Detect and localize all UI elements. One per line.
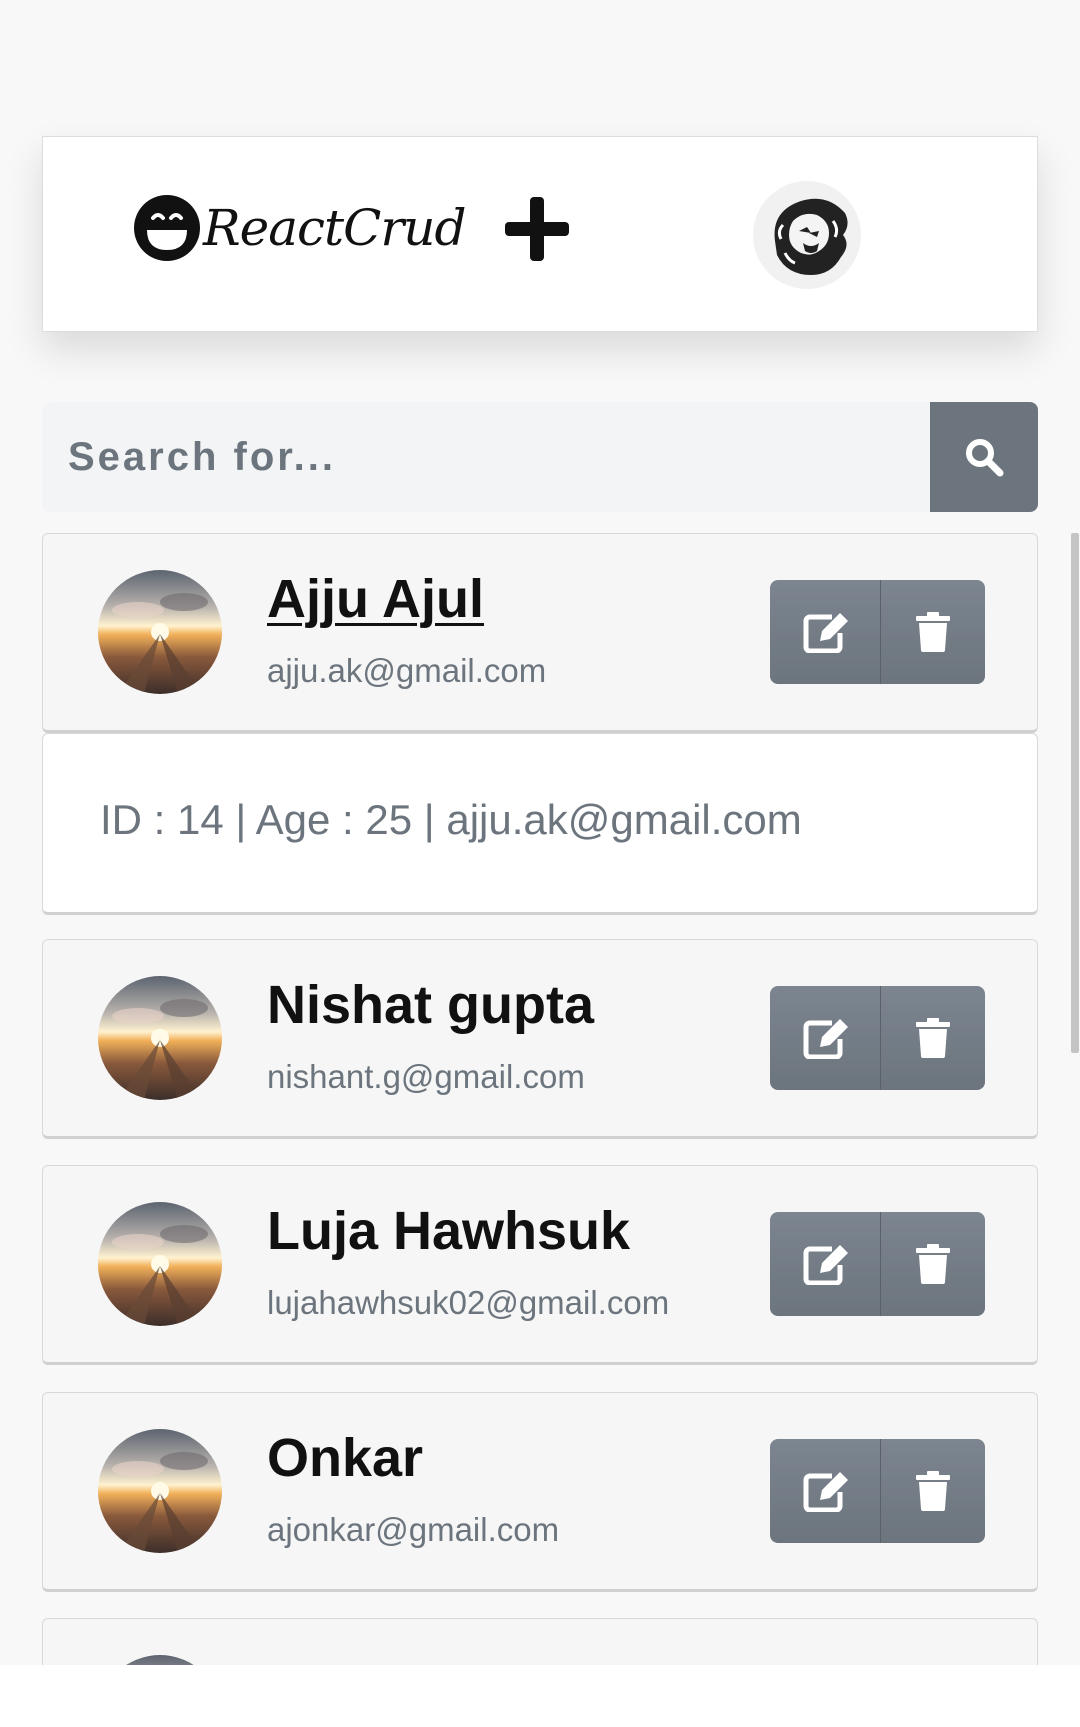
trash-icon <box>916 612 950 652</box>
user-card[interactable]: Ajju Ajul ajju.ak@gmail.com <box>42 533 1038 733</box>
delete-button[interactable] <box>881 580 985 684</box>
user-avatar <box>98 1429 222 1553</box>
search-button[interactable] <box>930 402 1038 512</box>
user-name[interactable]: Ajju Ajul <box>267 568 484 630</box>
delete-button[interactable] <box>881 986 985 1090</box>
trash-icon <box>916 1018 950 1058</box>
action-buttons <box>770 1439 985 1543</box>
search-input[interactable] <box>42 402 930 512</box>
user-card[interactable]: Luja Hawhsuk lujahawhsuk02@gmail.com <box>42 1165 1038 1365</box>
action-buttons <box>770 1212 985 1316</box>
user-email: ajonkar@gmail.com <box>267 1511 560 1548</box>
header-card: ReactCrud <box>42 136 1038 332</box>
user-details-text: ID : 14 | Age : 25 | ajju.ak@gmail.com <box>100 796 802 843</box>
app-screen: ReactCrud Search for... Ajju Ajul ajju.a… <box>0 0 1080 1727</box>
edit-button[interactable] <box>770 986 881 1090</box>
edit-icon <box>803 613 848 653</box>
trash-icon <box>916 1471 950 1511</box>
edit-icon <box>803 1245 848 1285</box>
edit-button[interactable] <box>770 580 881 684</box>
edit-icon <box>803 1472 848 1512</box>
user-email: nishant.g@gmail.com <box>267 1058 585 1095</box>
trash-icon <box>916 1244 950 1284</box>
user-name[interactable]: Luja Hawhsuk <box>267 1200 630 1262</box>
user-card[interactable]: Nishat gupta nishant.g@gmail.com <box>42 939 1038 1139</box>
action-buttons <box>770 986 985 1090</box>
lion-icon <box>774 198 848 275</box>
brand-logo[interactable]: ReactCrud <box>133 191 467 265</box>
delete-button[interactable] <box>881 1439 985 1543</box>
search-icon <box>966 439 1004 477</box>
user-name[interactable]: Onkar <box>267 1427 423 1489</box>
smiley-icon <box>134 195 200 261</box>
user-name[interactable]: Nishat gupta <box>267 974 594 1036</box>
user-avatar <box>98 976 222 1100</box>
user-email: lujahawhsuk02@gmail.com <box>267 1284 670 1321</box>
profile-avatar[interactable] <box>753 181 861 289</box>
user-avatar <box>98 1202 222 1326</box>
action-buttons <box>770 580 985 684</box>
delete-button[interactable] <box>881 1212 985 1316</box>
bottom-fade <box>0 1665 1080 1727</box>
plus-icon[interactable] <box>501 193 573 265</box>
brand-name: ReactCrud <box>203 199 467 257</box>
edit-icon <box>803 1019 848 1059</box>
edit-button[interactable] <box>770 1212 881 1316</box>
user-avatar <box>98 570 222 694</box>
search-bar <box>42 402 1038 512</box>
user-card[interactable]: Onkar ajonkar@gmail.com <box>42 1392 1038 1592</box>
edit-button[interactable] <box>770 1439 881 1543</box>
scrollbar[interactable] <box>1071 533 1079 1053</box>
user-email: ajju.ak@gmail.com <box>267 652 547 689</box>
user-details-panel: ID : 14 | Age : 25 | ajju.ak@gmail.com <box>42 733 1038 915</box>
